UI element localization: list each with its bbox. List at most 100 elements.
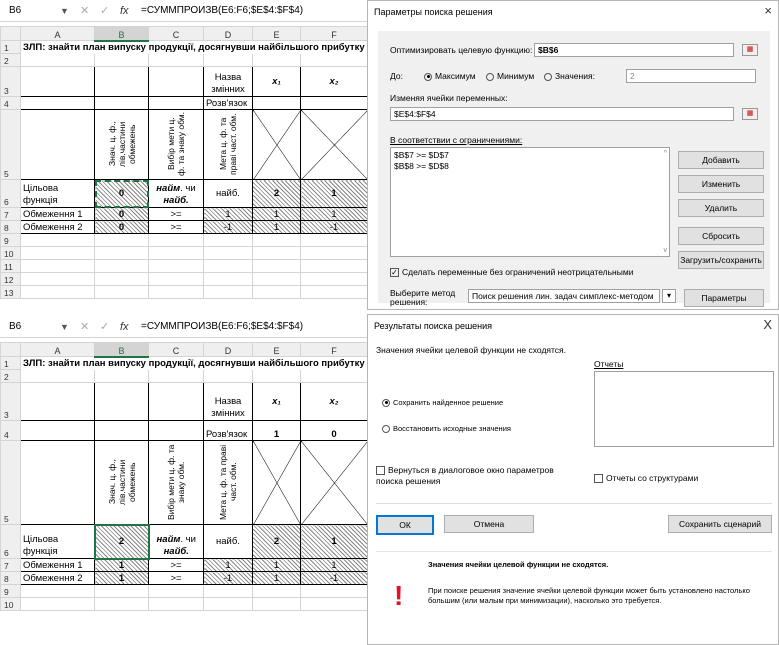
objective-label[interactable]: Цільова функція (20, 179, 95, 208)
constraint-label[interactable]: Обмеження 2 (20, 220, 95, 234)
constraint-lhs[interactable]: 0 (94, 207, 149, 221)
return-dialog-checkbox[interactable]: Вернуться в диалоговое окно параметров п… (376, 465, 576, 487)
cell[interactable] (300, 246, 367, 260)
cancel-icon[interactable]: ✕ (80, 3, 89, 19)
cell[interactable] (94, 285, 149, 299)
range-select-icon[interactable]: ▦ (742, 44, 758, 56)
row-header[interactable]: 3 (0, 382, 21, 421)
cell[interactable] (203, 246, 253, 260)
row-header[interactable]: 10 (0, 246, 21, 260)
restore-values-radio[interactable]: Восстановить исходные значения (382, 423, 511, 433)
coef-e8[interactable]: 1 (252, 220, 301, 234)
fx-icon[interactable]: fx (120, 319, 129, 335)
solution-label[interactable]: Розв'язок (203, 420, 253, 441)
constraint-sign[interactable]: >= (148, 558, 204, 572)
save-scenario-button[interactable]: Сохранить сценарий (668, 515, 772, 533)
cell[interactable]: Мета ц. ф. та праві част. обм. (203, 109, 253, 180)
cell[interactable] (148, 53, 204, 67)
row-header[interactable]: 5 (0, 109, 21, 180)
cell[interactable] (300, 233, 367, 247)
load-save-button[interactable]: Загрузить/сохранить (678, 251, 764, 269)
x2-header[interactable]: x₂ (300, 382, 367, 421)
cell[interactable] (94, 66, 149, 97)
cell[interactable] (203, 272, 253, 286)
row-header[interactable]: 9 (0, 584, 21, 598)
crossed-cell[interactable] (300, 440, 367, 525)
cell[interactable] (94, 259, 149, 273)
col-header[interactable]: C (148, 342, 204, 357)
cell[interactable] (252, 369, 301, 383)
cell[interactable] (252, 584, 301, 598)
cell[interactable] (252, 259, 301, 273)
cell[interactable] (148, 597, 204, 611)
cell[interactable] (252, 246, 301, 260)
formula-input[interactable]: =СУММПРОИЗВ(E6:F6;$E$4:$F$4) (141, 3, 303, 19)
col-header[interactable]: B (94, 26, 149, 42)
chevron-down-icon[interactable]: ▾ (662, 289, 676, 303)
cell[interactable] (20, 96, 95, 110)
constraint-lhs[interactable]: 1 (94, 571, 149, 585)
row-header[interactable]: 2 (0, 369, 21, 383)
cell[interactable] (20, 597, 95, 611)
solution-x2[interactable] (300, 96, 367, 110)
cell[interactable] (94, 584, 149, 598)
row-header[interactable]: 3 (0, 66, 21, 97)
col-header[interactable]: E (252, 342, 301, 357)
solution-x1[interactable]: 1 (252, 420, 301, 441)
row-header[interactable]: 6 (0, 524, 21, 559)
goal-target[interactable]: найб. (203, 179, 253, 208)
cell[interactable] (148, 259, 204, 273)
row-header[interactable]: 4 (0, 96, 21, 110)
row-header[interactable]: 1 (0, 356, 21, 370)
coef-f8[interactable]: -1 (300, 571, 367, 585)
min-radio[interactable]: Минимум (486, 71, 534, 81)
coef-f7[interactable]: 1 (300, 558, 367, 572)
cell[interactable] (300, 272, 367, 286)
cell[interactable] (148, 420, 204, 441)
coef-f6[interactable]: 1 (300, 179, 367, 208)
check-icon[interactable]: ✓ (100, 319, 109, 335)
row-header[interactable]: 6 (0, 179, 21, 208)
row-header[interactable]: 2 (0, 53, 21, 67)
cell[interactable] (300, 597, 367, 611)
cell[interactable] (203, 584, 253, 598)
cell[interactable]: Вибір мети ц. ф. та знаку обм. (148, 109, 204, 180)
col-header[interactable]: F (300, 342, 367, 357)
cell[interactable] (300, 369, 367, 383)
cell[interactable] (300, 285, 367, 299)
row-header[interactable]: 4 (0, 420, 21, 441)
cell[interactable] (94, 369, 149, 383)
cell[interactable] (148, 96, 204, 110)
objective-label[interactable]: Цільова функція (20, 524, 95, 559)
cell[interactable] (148, 66, 204, 97)
cell[interactable] (300, 53, 367, 67)
cell[interactable] (203, 53, 253, 67)
fx-icon[interactable]: fx (120, 3, 129, 19)
cell[interactable] (148, 246, 204, 260)
row-header[interactable]: 11 (0, 259, 21, 273)
x2-header[interactable]: x₂ (300, 66, 367, 97)
cell[interactable] (148, 233, 204, 247)
constraint-sign[interactable]: >= (148, 207, 204, 221)
row-header[interactable]: 7 (0, 207, 21, 221)
row-header[interactable]: 5 (0, 440, 21, 525)
reset-button[interactable]: Сбросить (678, 227, 764, 245)
constraint-item[interactable]: $B$7 >= $D$7 (394, 150, 449, 160)
chevron-down-icon[interactable]: ▼ (60, 3, 69, 19)
variables-name-cell[interactable]: Назва змінних (203, 66, 253, 97)
goal-choice[interactable]: найм. чи найб. (148, 179, 204, 208)
row-header[interactable]: 8 (0, 220, 21, 234)
row-header[interactable]: 9 (0, 233, 21, 247)
cell[interactable] (20, 382, 95, 421)
col-header[interactable]: E (252, 26, 301, 41)
cell[interactable] (94, 246, 149, 260)
x1-header[interactable]: x₁ (252, 66, 301, 97)
goal-target[interactable]: найб. (203, 524, 253, 559)
coef-e6[interactable]: 2 (252, 179, 301, 208)
value-radio[interactable]: Значения: (544, 71, 595, 81)
cell[interactable] (300, 259, 367, 273)
crossed-cell[interactable] (252, 109, 301, 180)
row-header[interactable]: 7 (0, 558, 21, 572)
constraint-sign[interactable]: >= (148, 220, 204, 234)
cell[interactable] (252, 53, 301, 67)
